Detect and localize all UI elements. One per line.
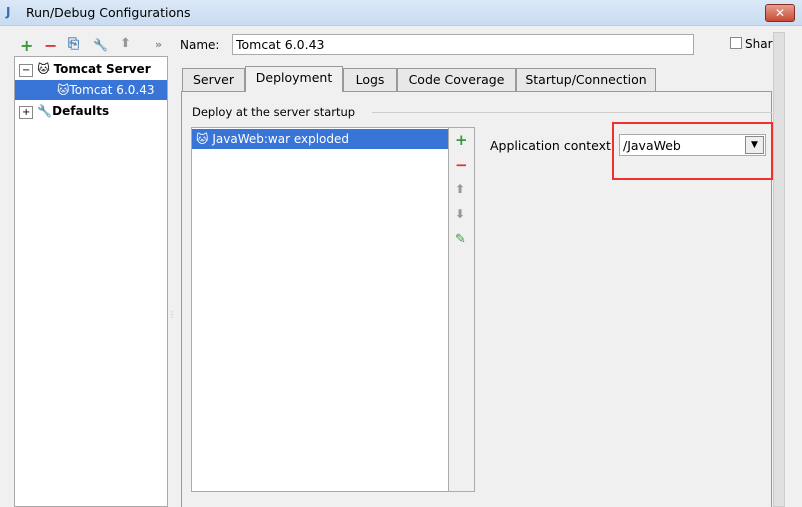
tree-label: Tomcat Server xyxy=(53,62,151,76)
dropdown-arrow-icon[interactable]: ▼ xyxy=(745,136,764,154)
tree-item-tomcat-6[interactable]: 🐱Tomcat 6.0.43 xyxy=(15,80,167,100)
expand-icon[interactable]: + xyxy=(19,106,34,119)
wrench-icon: 🔧 xyxy=(37,104,53,118)
list-item[interactable]: 🐱 JavaWeb:war exploded xyxy=(192,129,448,149)
tomcat-icon: 🐱 xyxy=(37,62,50,76)
app-icon: J xyxy=(6,5,11,19)
tree-label: Defaults xyxy=(52,104,110,118)
name-input[interactable] xyxy=(232,34,694,55)
move-up-artifact-button[interactable]: ⬆ xyxy=(455,182,465,196)
deploy-heading: Deploy at the server startup xyxy=(192,105,356,119)
share-checkbox[interactable] xyxy=(730,37,742,49)
artifact-icon: 🐱 xyxy=(196,132,209,146)
edit-defaults-button[interactable]: 🔧 xyxy=(93,38,108,52)
tab-startup-connection[interactable]: Startup/Connection xyxy=(516,68,656,91)
name-label: Name: xyxy=(180,38,220,52)
tree-item-defaults[interactable]: + 🔧Defaults xyxy=(19,101,109,121)
tomcat-icon: 🐱 xyxy=(57,83,70,97)
tab-logs[interactable]: Logs xyxy=(343,68,397,91)
add-artifact-button[interactable]: + xyxy=(455,131,468,149)
close-button[interactable]: ✕ xyxy=(765,4,795,22)
deploy-list[interactable]: 🐱 JavaWeb:war exploded xyxy=(191,127,449,492)
tree-item-tomcat-server[interactable]: − 🐱 Tomcat Server xyxy=(19,59,151,79)
window-title: Run/Debug Configurations xyxy=(26,5,191,20)
more-button[interactable]: » xyxy=(155,38,162,51)
tab-server[interactable]: Server xyxy=(182,68,245,91)
edit-artifact-button[interactable]: ✎ xyxy=(455,232,466,247)
scrollbar[interactable] xyxy=(773,32,785,507)
tab-code-coverage[interactable]: Code Coverage xyxy=(397,68,516,91)
context-label: Application context: xyxy=(490,138,616,153)
tab-deployment[interactable]: Deployment xyxy=(245,66,343,92)
copy-config-button[interactable]: ⎘ xyxy=(68,36,79,52)
context-combobox[interactable]: /JavaWeb ▼ xyxy=(619,134,766,156)
remove-config-button[interactable]: − xyxy=(44,36,57,55)
config-tree: − 🐱 Tomcat Server 🐱Tomcat 6.0.43 + 🔧Defa… xyxy=(14,56,168,507)
context-value: /JavaWeb xyxy=(623,138,681,153)
artifact-label: JavaWeb:war exploded xyxy=(212,132,349,146)
splitter-handle[interactable]: ⋮ xyxy=(168,310,176,319)
tree-label: Tomcat 6.0.43 xyxy=(69,83,155,97)
remove-artifact-button[interactable]: − xyxy=(455,156,468,174)
move-down-artifact-button[interactable]: ⬇ xyxy=(455,207,465,221)
add-config-button[interactable]: + xyxy=(20,36,33,55)
collapse-icon[interactable]: − xyxy=(19,64,34,77)
share-label: Shar xyxy=(745,37,773,51)
move-up-button[interactable]: ⬆ xyxy=(120,36,131,51)
divider xyxy=(372,112,772,113)
